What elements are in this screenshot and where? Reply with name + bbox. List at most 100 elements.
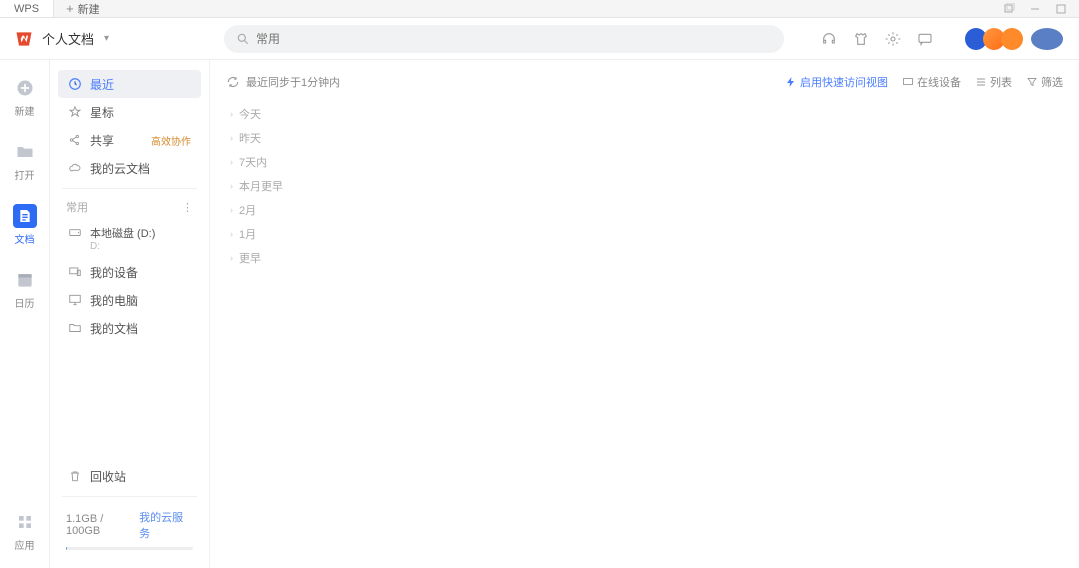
window-maximize-icon[interactable]	[1053, 2, 1069, 16]
tab-new-label: 新建	[78, 1, 100, 17]
apps-grid-icon	[13, 510, 37, 534]
plus-icon: +	[66, 1, 74, 16]
time-group-label: 2月	[239, 202, 256, 218]
rail-apps[interactable]: 应用	[13, 510, 37, 568]
time-group-row[interactable]: ›2月	[226, 198, 1063, 222]
avatar-badge-3	[1001, 28, 1023, 50]
left-rail: 新建 打开 文档 日历 应用	[0, 60, 50, 568]
online-label: 在线设备	[917, 74, 961, 90]
plus-circle-icon	[13, 76, 37, 100]
time-group-row[interactable]: › 昨天	[226, 126, 1063, 150]
storage-fill	[66, 547, 67, 550]
time-group-label: 今天	[239, 106, 261, 122]
time-group-row[interactable]: › 更早	[226, 246, 1063, 270]
search-wrap	[224, 25, 784, 53]
sync-status: 最近同步于1分钟内	[226, 74, 340, 90]
rail-open[interactable]: 打开	[0, 136, 49, 186]
time-group-label: 1月	[239, 226, 256, 242]
chevron-right-icon: ›	[230, 229, 233, 239]
time-group-row[interactable]: ›7天内	[226, 150, 1063, 174]
main-header: 最近同步于1分钟内 启用快速访问视图 在线设备 列表 筛选	[226, 70, 1063, 94]
rail-new[interactable]: 新建	[0, 72, 49, 122]
sidebar-mydocs-label: 我的文档	[90, 320, 138, 337]
storage-bar	[66, 547, 193, 550]
topbar: 个人文档 ▾	[0, 18, 1079, 60]
wps-logo-icon	[14, 29, 34, 49]
chevron-right-icon: ›	[230, 253, 233, 263]
sidebar-item-trash[interactable]: 回收站	[58, 462, 201, 490]
devices-icon	[68, 265, 82, 279]
titlebar-tabs: WPS + 新建	[0, 0, 112, 17]
search-box[interactable]	[224, 25, 784, 53]
rail-docs[interactable]: 文档	[0, 200, 49, 250]
main-layout: 新建 打开 文档 日历 应用	[0, 60, 1079, 568]
sidebar-item-recent[interactable]: 最近	[58, 70, 201, 98]
time-group-row[interactable]: ›本月更早	[226, 174, 1063, 198]
share-badge: 高效协作	[151, 133, 191, 148]
calendar-icon	[13, 268, 37, 292]
list-label: 列表	[990, 74, 1012, 90]
star-icon	[68, 105, 82, 119]
sidebar-trash-label: 回收站	[90, 468, 126, 485]
rail-calendar[interactable]: 日历	[0, 264, 49, 314]
search-icon	[236, 32, 250, 46]
sidebar-item-mydocs[interactable]: 我的文档	[58, 314, 201, 342]
sidebar-item-localdisk[interactable]: 本地磁盘 (D:) D:	[58, 221, 201, 256]
localdisk-title: 本地磁盘 (D:)	[90, 225, 155, 241]
action-online-devices[interactable]: 在线设备	[902, 74, 961, 90]
sidebar-recent-label: 最近	[90, 76, 114, 93]
sidebar: 最近 星标 共享 高效协作 我的云文档 常用 ⋮ 本地磁盘 (D:) D:	[50, 60, 210, 568]
folder-docs-icon	[68, 321, 82, 335]
action-quick-access[interactable]: 启用快速访问视图	[785, 74, 888, 90]
sidebar-devices-label: 我的设备	[90, 264, 138, 281]
sidebar-separator	[62, 188, 197, 189]
localdisk-sub: D:	[90, 241, 155, 252]
time-groups: › 今天 › 昨天 ›7天内›本月更早›2月 › 1月 › 更早	[226, 102, 1063, 270]
sidebar-item-mycloud[interactable]: 我的云文档	[58, 154, 201, 182]
quick-label: 启用快速访问视图	[800, 74, 888, 90]
sidebar-share-label: 共享	[90, 132, 114, 149]
cloud-service-link[interactable]: 我的云服务	[139, 509, 193, 541]
gear-icon[interactable]	[885, 31, 901, 47]
tab-new[interactable]: + 新建	[54, 0, 112, 17]
action-list-view[interactable]: 列表	[975, 74, 1012, 90]
time-group-label: 更早	[239, 250, 261, 266]
sidebar-group-header: 常用 ⋮	[54, 195, 205, 219]
filter-label: 筛选	[1041, 74, 1063, 90]
window-restore-icon[interactable]	[1001, 2, 1017, 16]
sidebar-group-label: 常用	[66, 199, 88, 215]
sidebar-item-computer[interactable]: 我的电脑	[58, 286, 201, 314]
brand-title: 个人文档	[42, 29, 94, 48]
disk-icon	[68, 225, 82, 239]
top-actions	[821, 26, 1065, 52]
time-group-row[interactable]: › 今天	[226, 102, 1063, 126]
user-avatar[interactable]	[1029, 26, 1065, 52]
more-icon[interactable]: ⋮	[182, 201, 193, 214]
brand-dropdown-icon[interactable]: ▾	[104, 33, 109, 44]
message-icon[interactable]	[917, 31, 933, 47]
window-minimize-icon[interactable]	[1027, 2, 1043, 16]
sidebar-item-devices[interactable]: 我的设备	[58, 258, 201, 286]
sidebar-separator-2	[62, 496, 197, 497]
brand[interactable]: 个人文档 ▾	[14, 29, 109, 49]
shirt-icon[interactable]	[853, 31, 869, 47]
time-group-label: 昨天	[239, 130, 261, 146]
tab-wps[interactable]: WPS	[0, 0, 54, 17]
trash-icon	[68, 469, 82, 483]
sidebar-item-star[interactable]: 星标	[58, 98, 201, 126]
filter-icon	[1026, 76, 1038, 88]
headset-icon[interactable]	[821, 31, 837, 47]
time-group-row[interactable]: › 1月	[226, 222, 1063, 246]
chevron-right-icon: ›	[230, 133, 233, 143]
sidebar-item-share[interactable]: 共享 高效协作	[58, 126, 201, 154]
sidebar-mycloud-label: 我的云文档	[90, 160, 150, 177]
rail-open-label: 打开	[15, 167, 35, 182]
sync-text: 最近同步于1分钟内	[246, 74, 340, 90]
storage-text: 1.1GB / 100GB	[66, 513, 139, 537]
list-icon	[975, 76, 987, 88]
chevron-right-icon: ›	[230, 109, 233, 119]
action-filter[interactable]: 筛选	[1026, 74, 1063, 90]
device-small-icon	[902, 76, 914, 88]
search-input[interactable]	[256, 32, 772, 46]
avatar-group[interactable]	[969, 26, 1065, 52]
